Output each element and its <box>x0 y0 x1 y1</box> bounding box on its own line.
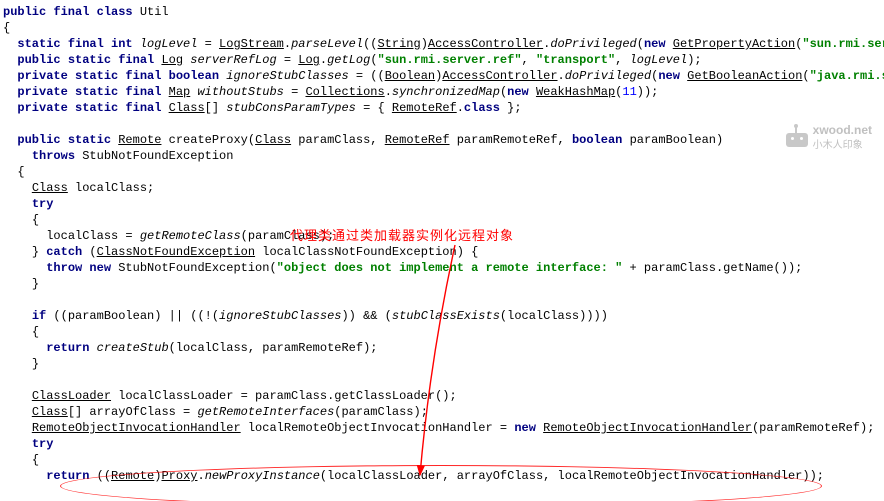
annotation-text: 代理类通过类加载器实例化远程对象 <box>290 228 514 244</box>
code-block: public final class Util { static final i… <box>0 0 884 488</box>
